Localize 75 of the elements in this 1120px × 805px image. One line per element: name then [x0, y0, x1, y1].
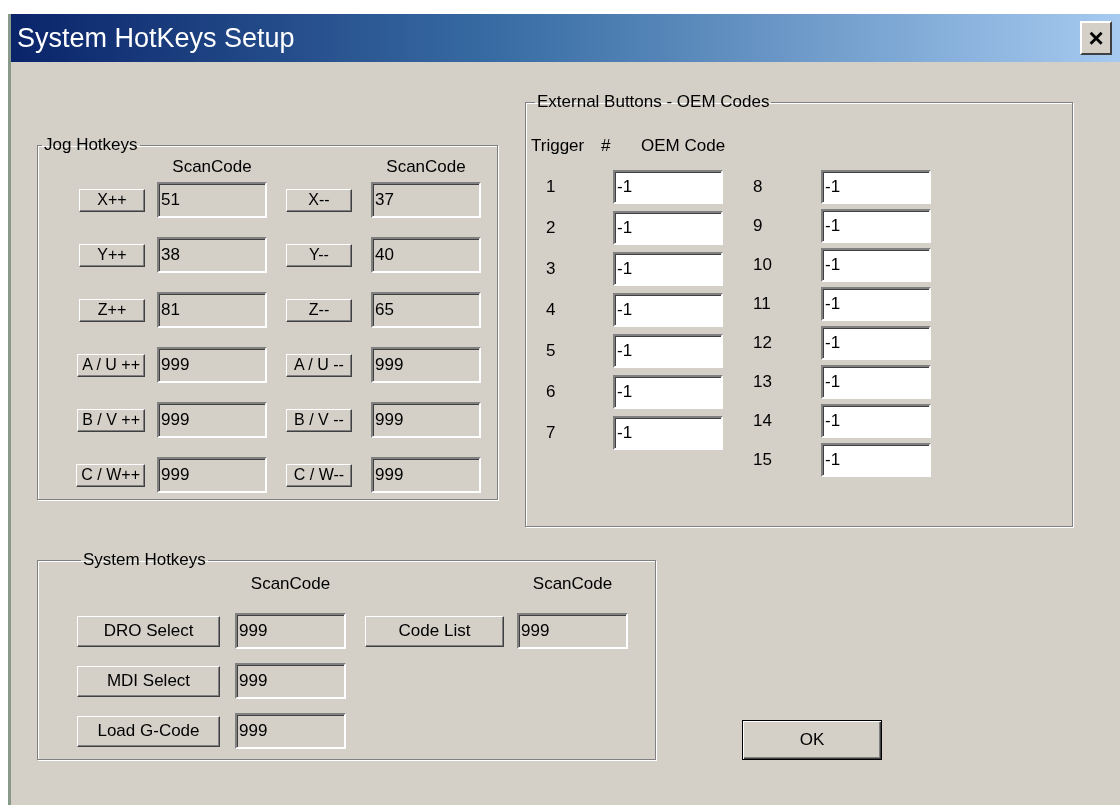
group-title: Jog Hotkeys	[43, 135, 139, 155]
oem-code-field[interactable]: -1	[613, 252, 723, 286]
trigger-number: 2	[545, 218, 557, 238]
oem-code-field[interactable]: -1	[613, 416, 723, 450]
oem-code-field[interactable]: -1	[821, 404, 931, 438]
jog-key-button[interactable]: Y--	[286, 243, 352, 267]
oem-code-field[interactable]: -1	[821, 365, 931, 399]
scan-code-field[interactable]: 65	[371, 292, 481, 328]
trigger-number: 8	[753, 177, 764, 197]
trigger-number: 5	[545, 341, 557, 361]
jog-key-button[interactable]: B / V --	[286, 408, 352, 432]
scan-code-field[interactable]: 999	[235, 663, 346, 699]
column-header: #	[601, 136, 612, 156]
trigger-number: 1	[545, 177, 557, 197]
column-header: ScanCode	[531, 574, 614, 594]
oem-code-field[interactable]: -1	[821, 287, 931, 321]
scan-code-field[interactable]: 40	[371, 237, 481, 273]
oem-code-field[interactable]: -1	[613, 211, 723, 245]
jog-key-button[interactable]: C / W--	[286, 463, 352, 487]
jog-key-button[interactable]: A / U ++	[77, 353, 145, 377]
trigger-number: 3	[545, 259, 557, 279]
scan-code-field[interactable]: 999	[235, 613, 346, 649]
oem-code-field[interactable]: -1	[821, 170, 931, 204]
oem-code-field[interactable]: -1	[613, 170, 723, 204]
hotkey-button[interactable]: MDI Select	[77, 665, 220, 697]
trigger-number: 10	[753, 255, 773, 275]
hotkey-button[interactable]: Code List	[365, 615, 504, 647]
jog-key-button[interactable]: B / V ++	[77, 408, 145, 432]
column-header: OEM Code	[641, 136, 726, 156]
scan-code-field[interactable]: 999	[371, 347, 481, 383]
group-title: System Hotkeys	[82, 550, 207, 570]
hotkey-button[interactable]: DRO Select	[77, 615, 220, 647]
jog-key-button[interactable]: Y++	[79, 243, 145, 267]
jog-key-button[interactable]: A / U --	[286, 353, 352, 377]
jog-key-button[interactable]: C / W++	[76, 463, 145, 487]
trigger-number: 9	[753, 216, 764, 236]
column-header: Trigger	[531, 136, 586, 156]
trigger-number: 4	[545, 300, 557, 320]
group-title: External Buttons - OEM Codes	[536, 92, 771, 112]
trigger-number: 14	[753, 411, 773, 431]
column-header: ScanCode	[249, 574, 332, 594]
window-title: System HotKeys Setup	[17, 22, 295, 54]
scan-code-field[interactable]: 999	[157, 347, 267, 383]
hotkey-button[interactable]: Load G-Code	[77, 715, 220, 747]
oem-code-field[interactable]: -1	[821, 248, 931, 282]
jog-key-button[interactable]: Z--	[286, 298, 352, 322]
scan-code-field[interactable]: 999	[157, 402, 267, 438]
column-header: ScanCode	[385, 157, 467, 177]
column-header: ScanCode	[171, 157, 253, 177]
scan-code-field[interactable]: 999	[157, 457, 267, 493]
oem-code-field[interactable]: -1	[613, 293, 723, 327]
scan-code-field[interactable]: 999	[371, 402, 481, 438]
jog-key-button[interactable]: X--	[286, 188, 352, 212]
scan-code-field[interactable]: 37	[371, 182, 481, 218]
trigger-number: 13	[753, 372, 773, 392]
close-button[interactable]: ×	[1080, 21, 1112, 55]
oem-code-field[interactable]: -1	[821, 326, 931, 360]
oem-code-field[interactable]: -1	[613, 334, 723, 368]
scan-code-field[interactable]: 51	[157, 182, 267, 218]
ok-button[interactable]: OK	[742, 720, 882, 760]
scan-code-field[interactable]: 999	[517, 613, 628, 649]
trigger-number: 6	[545, 382, 557, 402]
trigger-number: 15	[753, 450, 773, 470]
oem-code-field[interactable]: -1	[821, 209, 931, 243]
trigger-number: 12	[753, 333, 773, 353]
scan-code-field[interactable]: 999	[371, 457, 481, 493]
scan-code-field[interactable]: 81	[157, 292, 267, 328]
oem-code-field[interactable]: -1	[821, 443, 931, 477]
oem-code-field[interactable]: -1	[613, 375, 723, 409]
trigger-number: 11	[753, 294, 772, 314]
scan-code-field[interactable]: 999	[235, 713, 346, 749]
trigger-number: 7	[545, 423, 557, 443]
jog-key-button[interactable]: Z++	[79, 298, 145, 322]
scan-code-field[interactable]: 38	[157, 237, 267, 273]
jog-key-button[interactable]: X++	[79, 188, 145, 212]
